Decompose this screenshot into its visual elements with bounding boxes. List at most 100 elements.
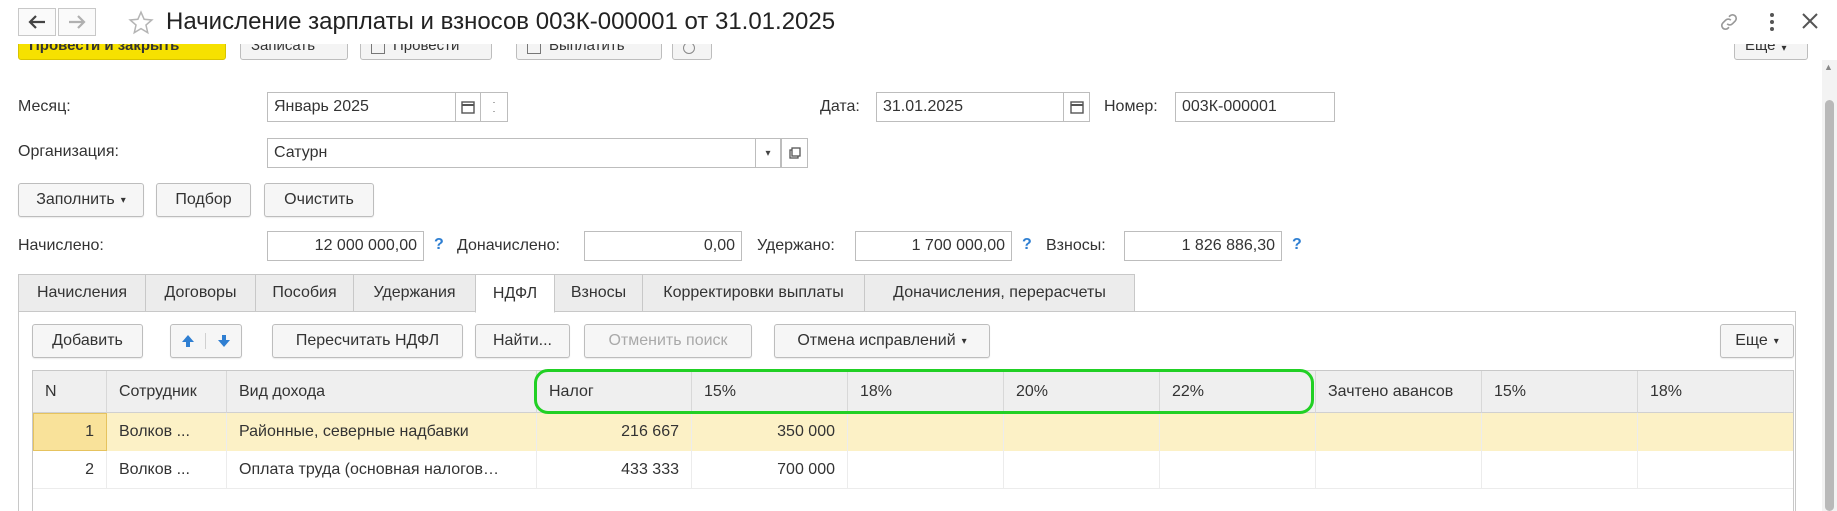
accrued-label: Начислено:: [18, 237, 104, 254]
table-row[interactable]: 2 Волков ... Оплата труда (основная нало…: [33, 451, 1793, 489]
organization-open-button[interactable]: [781, 138, 808, 168]
link-icon[interactable]: [1718, 11, 1740, 38]
column-header[interactable]: Сотрудник: [107, 371, 227, 413]
more-label: Еще: [1745, 44, 1776, 54]
tab-ndfl[interactable]: НДФЛ: [475, 274, 555, 313]
rate15-cell[interactable]: 700 000: [692, 451, 848, 489]
attach-button[interactable]: [672, 44, 712, 60]
panel-more-button[interactable]: Еще ▾: [1720, 324, 1794, 358]
panel-more-label: Еще: [1735, 332, 1768, 349]
back-button[interactable]: [18, 8, 56, 36]
accrued-field: 12 000 000,00: [267, 231, 424, 261]
tax-cell[interactable]: 216 667: [537, 413, 692, 451]
arrow-up-icon[interactable]: [171, 333, 207, 349]
close-icon[interactable]: [1800, 11, 1820, 36]
income-type-cell[interactable]: Районные, северные надбавки: [227, 413, 537, 451]
move-buttons: [170, 324, 242, 358]
cancel-search-button[interactable]: Отменить поиск: [584, 324, 752, 358]
adv18-cell[interactable]: [1638, 451, 1793, 489]
pay-button[interactable]: Выплатить: [516, 44, 662, 60]
organization-dropdown-button[interactable]: ▾: [755, 138, 781, 168]
scrollbar-thumb[interactable]: [1825, 100, 1834, 511]
rate15-cell[interactable]: 350 000: [692, 413, 848, 451]
column-header[interactable]: Зачтено авансов: [1316, 371, 1482, 413]
arrow-down-icon[interactable]: [206, 333, 241, 349]
rate20-cell[interactable]: [1004, 413, 1160, 451]
scroll-up-icon[interactable]: ▲: [1824, 62, 1833, 72]
fill-label: Заполнить: [36, 191, 115, 208]
more-button[interactable]: Еще ▾: [1734, 44, 1808, 60]
fill-button[interactable]: Заполнить ▾: [18, 183, 144, 217]
add-button[interactable]: Добавить: [32, 324, 143, 358]
tab-payment-corrections[interactable]: Корректировки выплаты: [642, 274, 865, 312]
income-type-cell[interactable]: Оплата труда (основная налогов…: [227, 451, 537, 489]
contrib-field: 1 826 886,30: [1124, 231, 1282, 261]
chevron-down-icon: ▾: [765, 147, 771, 159]
tab-contracts[interactable]: Договоры: [145, 274, 256, 312]
paperclip-icon: [683, 44, 695, 54]
column-header[interactable]: N: [33, 371, 107, 413]
tab-contributions[interactable]: Взносы: [554, 274, 643, 312]
number-field[interactable]: 003К-000001: [1175, 92, 1335, 122]
advances-cell[interactable]: [1316, 451, 1482, 489]
employee-cell[interactable]: Волков ...: [107, 451, 227, 489]
tab-accruals[interactable]: Начисления: [18, 274, 146, 312]
advances-cell[interactable]: [1316, 413, 1482, 451]
extra-field: 0,00: [584, 231, 742, 261]
calendar-icon: [1069, 101, 1084, 114]
month-stepper[interactable]: · ·: [480, 92, 508, 122]
contrib-help-icon[interactable]: ?: [1292, 236, 1302, 254]
rate18-cell[interactable]: [848, 413, 1004, 451]
find-button[interactable]: Найти...: [475, 324, 570, 358]
month-field[interactable]: Январь 2025: [267, 92, 456, 122]
table-row[interactable]: 1 Волков ... Районные, северные надбавки…: [33, 413, 1793, 451]
number-label: Номер:: [1104, 98, 1158, 115]
cancel-corrections-label: Отмена исправлений: [797, 332, 956, 349]
title-bar: Начисление зарплаты и взносов 003К-00000…: [0, 0, 1837, 44]
pick-button[interactable]: Подбор: [156, 183, 251, 217]
stepper-down-icon[interactable]: ·: [493, 107, 496, 116]
favorite-star-icon[interactable]: [128, 10, 154, 41]
chevron-down-icon: ▾: [1781, 44, 1787, 54]
organization-label: Организация:: [18, 143, 119, 160]
row-number-cell[interactable]: 2: [33, 451, 107, 489]
calendar-button[interactable]: [455, 92, 481, 122]
post-and-close-button[interactable]: Провести и закрыть: [18, 44, 226, 60]
accrued-help-icon[interactable]: ?: [434, 236, 444, 254]
withheld-help-icon[interactable]: ?: [1022, 236, 1032, 254]
row-number-cell[interactable]: 1: [33, 413, 107, 451]
employee-cell[interactable]: Волков ...: [107, 413, 227, 451]
chevron-down-icon: ▾: [120, 194, 126, 206]
forward-button[interactable]: [58, 8, 96, 36]
cancel-corrections-button[interactable]: Отмена исправлений ▾: [774, 324, 990, 358]
withheld-label: Удержано:: [757, 237, 835, 254]
tab-recalculations[interactable]: Доначисления, перерасчеты: [864, 274, 1135, 312]
date-field[interactable]: 31.01.2025: [876, 92, 1064, 122]
rate18-cell[interactable]: [848, 451, 1004, 489]
more-vertical-icon[interactable]: [1768, 11, 1776, 38]
page-title: Начисление зарплаты и взносов 003К-00000…: [166, 8, 836, 35]
rate20-cell[interactable]: [1004, 451, 1160, 489]
adv18-cell[interactable]: [1638, 413, 1793, 451]
tab-deductions[interactable]: Удержания: [353, 274, 476, 312]
clear-button[interactable]: Очистить: [264, 183, 374, 217]
column-header[interactable]: 18%: [1638, 371, 1793, 413]
command-bar: Провести и закрыть Записать Провести Вып…: [0, 44, 1837, 76]
tab-benefits[interactable]: Пособия: [255, 274, 354, 312]
open-form-icon: [788, 147, 801, 159]
post-button[interactable]: Провести: [360, 44, 492, 60]
column-header[interactable]: Вид дохода: [227, 371, 537, 413]
organization-field[interactable]: Сатурн: [267, 138, 756, 168]
date-label: Дата:: [820, 98, 860, 115]
save-button[interactable]: Записать: [240, 44, 348, 60]
column-header[interactable]: 15%: [1482, 371, 1638, 413]
date-calendar-button[interactable]: [1063, 92, 1090, 122]
withheld-field: 1 700 000,00: [855, 231, 1012, 261]
recalc-ndfl-button[interactable]: Пересчитать НДФЛ: [272, 324, 463, 358]
rate22-cell[interactable]: [1160, 413, 1316, 451]
pay-label: Выплатить: [549, 44, 625, 54]
rate22-cell[interactable]: [1160, 451, 1316, 489]
adv15-cell[interactable]: [1482, 451, 1638, 489]
adv15-cell[interactable]: [1482, 413, 1638, 451]
tax-cell[interactable]: 433 333: [537, 451, 692, 489]
